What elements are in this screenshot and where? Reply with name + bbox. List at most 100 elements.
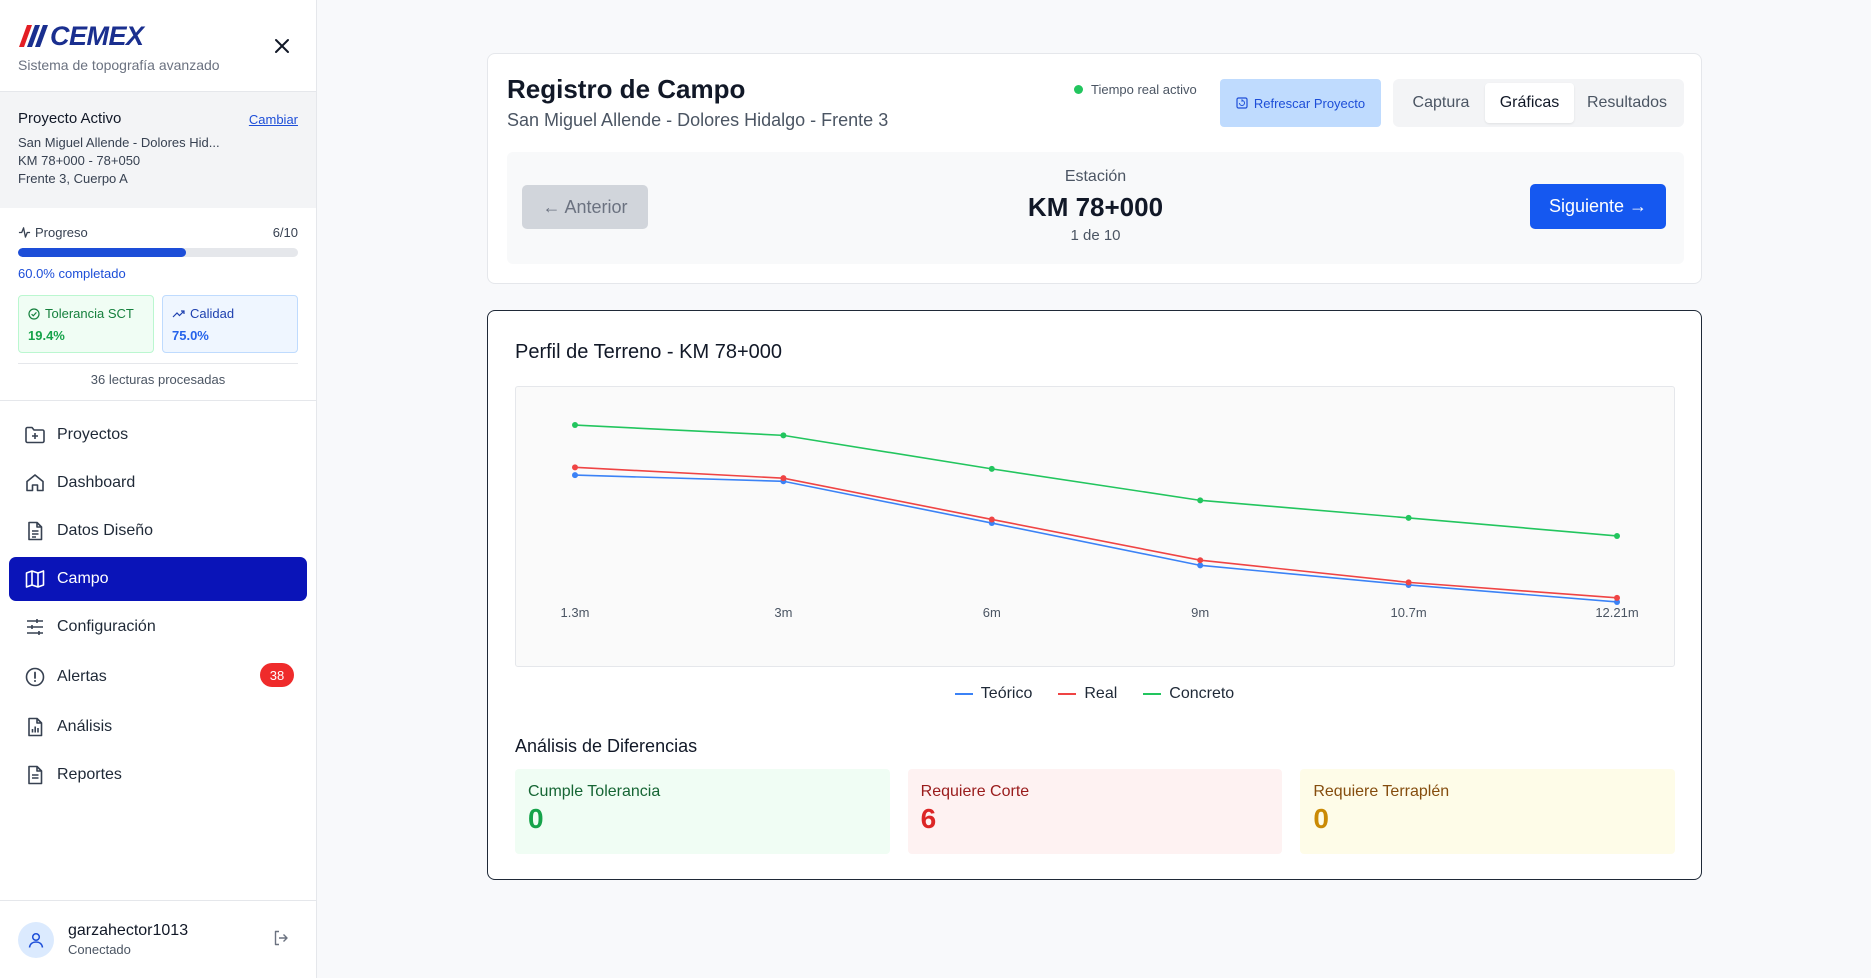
tolerance-ok-value: 0 <box>528 803 544 834</box>
user-icon <box>28 932 44 948</box>
sidebar-item-proyectos[interactable]: Proyectos <box>9 413 307 457</box>
page-title: Registro de Campo <box>507 74 746 104</box>
data-point[interactable] <box>1197 557 1204 564</box>
series-line-0 <box>574 474 1618 603</box>
active-project-panel: Proyecto Activo Cambiar San Miguel Allen… <box>0 92 316 208</box>
data-point[interactable] <box>1197 562 1204 569</box>
sidebar-item-configuracion[interactable]: Configuración <box>9 605 307 649</box>
user-name: garzahector1013 <box>68 922 189 939</box>
map-icon <box>23 567 47 591</box>
terrain-profile-card: Perfil de Terreno - KM 78+000 1.3m 3m 6m 9m… <box>487 310 1702 880</box>
sidebar-item-datos-diseno[interactable]: Datos Diseño <box>9 509 307 553</box>
data-point[interactable] <box>1614 594 1620 601</box>
logout-button[interactable] <box>272 929 290 952</box>
legend-label: Real <box>1084 685 1118 702</box>
data-point[interactable] <box>780 475 787 482</box>
brand-subtitle: Sistema de topografía avanzado <box>18 57 220 73</box>
previous-station-button[interactable]: ← Anterior <box>522 185 648 229</box>
x-tick-label: 6m <box>983 605 1001 620</box>
sidebar-item-analisis[interactable]: Análisis <box>9 705 307 749</box>
station-count: 1 de 10 <box>1070 227 1121 244</box>
data-point[interactable] <box>1405 579 1412 586</box>
brand-header: CEMEX Sistema de topografía avanzado <box>0 0 316 92</box>
sidebar-item-label: Proyectos <box>57 426 129 443</box>
page-subtitle: San Miguel Allende - Dolores Hidalgo - F… <box>507 110 889 130</box>
user-panel: garzahector1013 Conectado <box>0 900 316 978</box>
project-front: Frente 3, Cuerpo A <box>18 171 128 186</box>
sidebar-item-label: Reportes <box>57 766 122 783</box>
differences-title: Análisis de Diferencias <box>515 736 698 756</box>
sidebar: CEMEX Sistema de topografía avanzado Pro… <box>0 0 317 978</box>
data-point[interactable] <box>1197 497 1204 504</box>
project-name: San Miguel Allende - Dolores Hid... <box>18 135 220 150</box>
sidebar-item-label: Campo <box>57 570 109 587</box>
next-station-button[interactable]: Siguiente → <box>1530 184 1666 229</box>
x-tick-label: 3m <box>774 605 792 620</box>
requires-cut-value: 6 <box>920 803 937 834</box>
x-tick-label: 9m <box>1191 605 1209 620</box>
readings-count: 36 lecturas procesadas <box>18 363 298 400</box>
tolerance-ok-card: Cumple Tolerancia 0 <box>515 769 890 854</box>
station-navigator: ← Anterior Estación KM 78+000 1 de 10 Si… <box>507 152 1684 264</box>
requires-cut-card: Requiere Corte 6 <box>907 769 1283 854</box>
station-label: Estación <box>1064 168 1127 185</box>
data-point[interactable] <box>1405 514 1412 521</box>
terrain-profile-chart: 1.3m 3m 6m 9m 10.7m 12.21m <box>515 386 1675 667</box>
chart-legend: Teórico Real Concreto <box>488 685 1701 703</box>
sidebar-item-label: Datos Diseño <box>57 522 154 539</box>
cemex-logo: CEMEX <box>18 20 298 51</box>
quality-label: Calidad <box>190 306 235 321</box>
x-tick-label: 1.3m <box>561 605 590 620</box>
sidebar-item-alertas[interactable]: Alertas 38 <box>9 653 307 701</box>
legend-item-concreto[interactable]: Concreto <box>1143 685 1234 703</box>
data-point[interactable] <box>572 422 578 429</box>
data-point[interactable] <box>988 516 995 523</box>
legend-swatch <box>1058 693 1077 695</box>
refresh-project-button[interactable]: Refrescar Proyecto <box>1220 79 1381 127</box>
quality-metric: Calidad 75.0% <box>162 295 298 353</box>
requires-cut-label: Requiere Corte <box>920 783 1030 800</box>
field-record-card: Registro de Campo San Miguel Allende - D… <box>487 53 1702 284</box>
chart-title: Perfil de Terreno - KM 78+000 <box>515 341 783 363</box>
project-range: KM 78+000 - 78+050 <box>18 153 141 168</box>
sidebar-item-campo[interactable]: Campo <box>9 557 307 601</box>
legend-swatch <box>1143 693 1162 695</box>
requires-fill-card: Requiere Terraplén 0 <box>1300 769 1676 854</box>
data-point[interactable] <box>572 464 578 471</box>
chart-canvas: 1.3m 3m 6m 9m 10.7m 12.21m <box>561 422 1639 620</box>
progress-count: 6/10 <box>272 225 298 240</box>
realtime-label: Tiempo real activo <box>1091 82 1197 97</box>
legend-item-teorico[interactable]: Teórico <box>954 685 1032 703</box>
file-text-icon <box>23 519 47 543</box>
live-status-dot <box>1074 85 1083 94</box>
sidebar-item-reportes[interactable]: Reportes <box>9 753 307 797</box>
data-point[interactable] <box>1614 532 1620 539</box>
sidebar-item-label: Dashboard <box>57 474 136 491</box>
trending-up-icon <box>172 309 185 317</box>
tab-resultados[interactable]: Resultados <box>1574 83 1680 123</box>
tab-captura[interactable]: Captura <box>1397 83 1485 123</box>
tab-graficas[interactable]: Gráficas <box>1485 83 1574 123</box>
quality-value: 75.0% <box>172 328 209 343</box>
data-point[interactable] <box>988 465 995 472</box>
change-project-link[interactable]: Cambiar <box>249 112 298 127</box>
sidebar-item-label: Análisis <box>57 718 113 735</box>
brand-name: CEMEX <box>50 20 144 51</box>
data-point[interactable] <box>780 432 787 439</box>
check-circle-icon <box>28 307 40 320</box>
sidebar-item-dashboard[interactable]: Dashboard <box>9 461 307 505</box>
tolerance-label: Tolerancia SCT <box>45 306 134 321</box>
realtime-indicator: Tiempo real activo <box>1074 82 1197 97</box>
file-icon <box>23 763 47 787</box>
requires-fill-label: Requiere Terraplén <box>1313 783 1450 800</box>
station-value: KM 78+000 <box>1027 192 1164 222</box>
legend-item-real[interactable]: Real <box>1058 685 1117 703</box>
view-tabs: Captura Gráficas Resultados <box>1393 79 1684 127</box>
progress-label: Progreso <box>35 225 88 240</box>
legend-swatch <box>954 693 973 695</box>
alert-circle-icon <box>23 665 47 689</box>
close-sidebar-button[interactable] <box>272 36 292 56</box>
data-point[interactable] <box>572 472 578 479</box>
requires-fill-value: 0 <box>1313 803 1329 834</box>
tolerance-value: 19.4% <box>28 328 65 343</box>
